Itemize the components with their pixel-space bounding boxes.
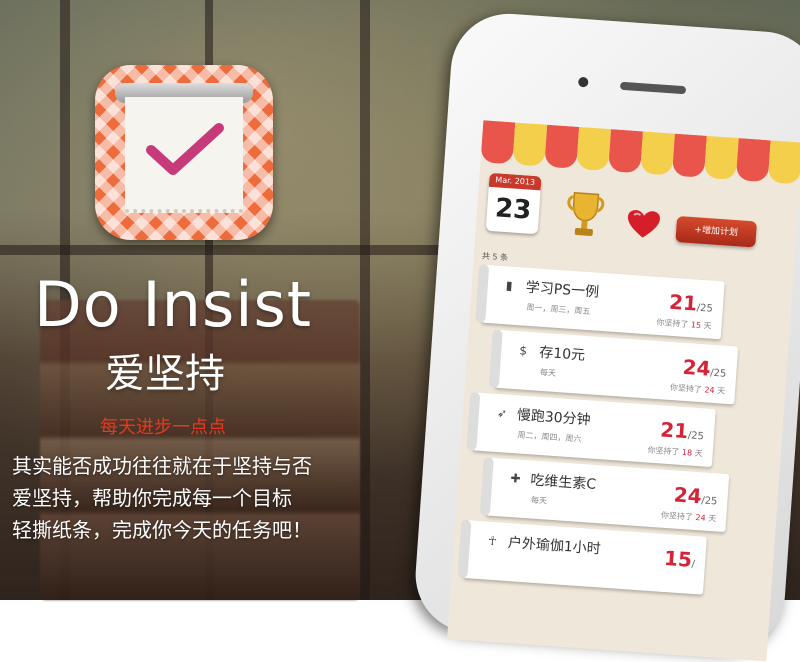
plan-streak: 你坚持了 15 天	[656, 317, 712, 332]
plan-item[interactable]: ➶ 慢跑30分钟 周二，周四，周六 21/25 你坚持了 18 天	[466, 392, 716, 468]
app-icon	[95, 65, 273, 240]
awning-stripe	[576, 126, 612, 172]
paper-strip[interactable]	[479, 457, 494, 516]
paper-strip[interactable]	[475, 264, 490, 323]
streak-suffix: 天	[703, 321, 712, 331]
plan-streak: 你坚持了 18 天	[647, 445, 703, 460]
plan-streak: 你坚持了 24 天	[670, 382, 726, 397]
description-line: 轻撕纸条，完成你今天的任务吧！	[12, 518, 312, 542]
awning-stripe	[512, 122, 548, 167]
progress-done: 24	[681, 354, 712, 381]
streak-days: 18	[681, 447, 693, 458]
speaker	[619, 81, 687, 95]
awning-stripe	[480, 120, 516, 165]
plan-progress: 21/25	[668, 290, 714, 317]
heart-icon[interactable]	[625, 209, 661, 241]
paper-strip[interactable]	[457, 519, 472, 579]
check-icon	[146, 123, 224, 175]
streak-days: 24	[704, 385, 715, 396]
plan-days: 周二，周四，周六	[517, 430, 582, 444]
streak-suffix: 天	[694, 448, 703, 459]
plan-item[interactable]: ▮ 学习PS一例 周一，周三，周五 21/25 你坚持了 15 天	[475, 264, 725, 340]
streak-prefix: 你坚持了	[660, 510, 694, 522]
app-subtitle: 爱坚持	[105, 351, 225, 397]
description: 其实能否成功往往就在于坚持与否 爱坚持，帮助你完成每一个目标 轻撕纸条，完成你今…	[12, 450, 372, 546]
phone-device: Mar. 2013 23 +增加计划 共 5 条 ▮ 学习PS一例 周一，周三，周五…	[411, 10, 800, 662]
progress-total: /25	[709, 367, 727, 380]
plan-days: 周一，周三，周五	[526, 302, 591, 317]
progress-total: /25	[687, 430, 705, 443]
plan-progress: 15/	[663, 546, 696, 572]
progress-done: 15	[663, 545, 693, 572]
book-icon: ▮	[505, 278, 514, 293]
streak-prefix: 你坚持了	[669, 382, 703, 395]
progress-done: 21	[659, 417, 689, 444]
awning-stripe	[703, 135, 739, 181]
streak-suffix: 天	[716, 386, 726, 396]
streak-days: 15	[690, 320, 702, 330]
plan-progress: 24/25	[673, 482, 719, 509]
progress-done: 21	[668, 289, 698, 316]
description-line: 爱坚持，帮助你完成每一个目标	[12, 486, 292, 510]
plan-name: 户外瑜伽1小时	[507, 535, 602, 558]
awning-stripe	[735, 138, 771, 183]
plan-item[interactable]: ✚ 吃维生素C 每天 24/25 你坚持了 24 天	[479, 457, 730, 533]
slogan: 每天进步一点点	[100, 417, 226, 438]
app-title: Do Insist	[34, 268, 313, 341]
runner-icon: ➶	[496, 405, 508, 421]
plan-days: 每天	[530, 495, 548, 506]
add-plan-button[interactable]: +增加计划	[675, 215, 757, 248]
progress-total: /25	[700, 495, 718, 508]
plan-progress: 24/25	[682, 355, 728, 382]
awning-stripe	[608, 129, 643, 174]
plan-days: 每天	[539, 367, 557, 378]
camera	[577, 76, 589, 88]
item-count: 共 5 条	[481, 251, 509, 263]
plan-name: 存10元	[538, 344, 586, 364]
money-bag-icon: $	[518, 343, 528, 358]
trophy-icon[interactable]	[563, 188, 606, 241]
awning-stripe	[544, 124, 580, 169]
calendar-button[interactable]: Mar. 2013 23	[485, 172, 542, 235]
plan-progress: 21/25	[659, 417, 705, 444]
plan-name: 慢跑30分钟	[516, 407, 592, 429]
paper-strip[interactable]	[466, 392, 481, 451]
progress-total: /	[691, 558, 696, 571]
awning-stripe	[767, 140, 800, 185]
progress-total: /25	[696, 302, 714, 315]
plan-streak: 你坚持了 24 天	[661, 510, 717, 525]
app-screen: Mar. 2013 23 +增加计划 共 5 条 ▮ 学习PS一例 周一，周三，周五…	[447, 120, 800, 662]
streak-prefix: 你坚持了	[656, 317, 689, 330]
description-line: 其实能否成功往往就在于坚持与否	[12, 454, 312, 478]
awning-stripe	[640, 131, 675, 176]
plan-item[interactable]: $ 存10元 每天 24/25 你坚持了 24 天	[488, 329, 739, 405]
streak-suffix: 天	[707, 513, 717, 524]
plan-item[interactable]: ☥ 户外瑜伽1小时 15/	[457, 519, 707, 595]
paper-strip[interactable]	[488, 329, 503, 388]
streak-days: 24	[695, 513, 706, 523]
calendar-day: 23	[494, 193, 533, 226]
plan-name: 吃维生素C	[529, 472, 597, 493]
progress-done: 24	[672, 482, 703, 509]
awning-stripe	[671, 133, 707, 178]
plan-name: 学习PS一例	[525, 279, 600, 301]
yoga-icon: ☥	[487, 533, 498, 549]
medkit-icon: ✚	[510, 471, 522, 486]
streak-prefix: 你坚持了	[647, 445, 680, 457]
